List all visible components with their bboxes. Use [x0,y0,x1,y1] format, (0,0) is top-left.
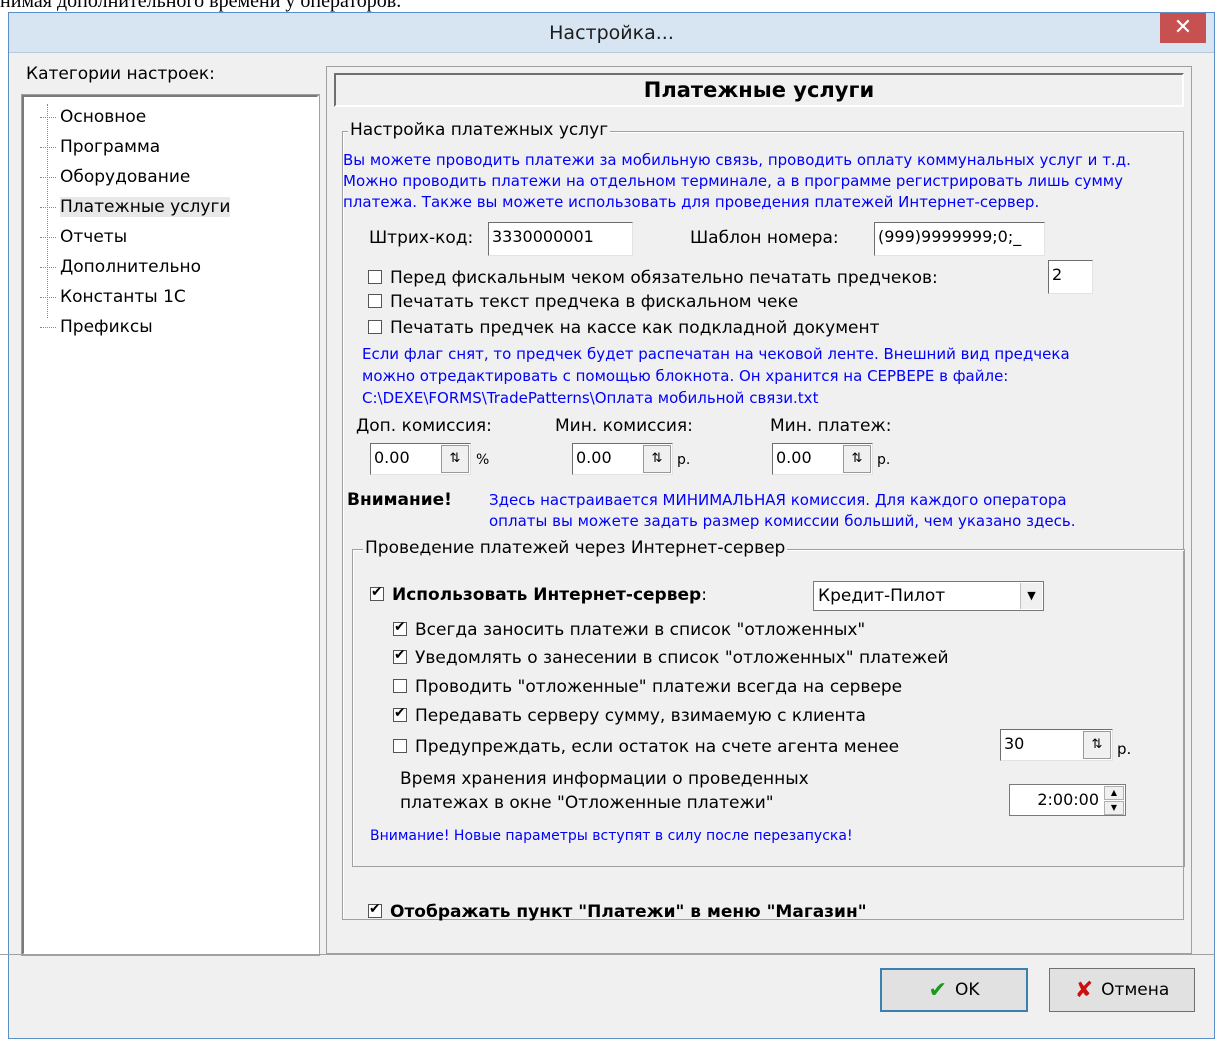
notify-deferred-checkbox[interactable] [393,647,407,664]
extra-fee-value: 0.00 [374,448,410,467]
category-item-basic[interactable]: Основное [40,103,146,131]
cancel-label: Отмена [1101,980,1170,1000]
attention-label: Внимание! [347,490,452,510]
use-server-colon: : [701,585,707,605]
warn-balance-row[interactable]: Предупреждать, если остаток на счете аге… [393,737,899,757]
always-deferred-label: Всегда заносить платежи в список "отложе… [415,620,866,640]
send-amount-checkbox[interactable] [393,705,407,722]
category-item-prefixes[interactable]: Префиксы [40,313,153,341]
panel-title: Платежные услуги [643,78,875,102]
warn-balance-unit: р. [1117,740,1132,758]
storage-time-input[interactable]: 2:00:00 ▲ ▼ [1009,784,1126,816]
note-line-1: Если флаг снят, то предчек будет распеча… [362,345,1070,363]
category-item-constants-1c[interactable]: Константы 1С [40,283,186,311]
spin-up-icon[interactable]: ▲ [1104,786,1124,800]
warn-balance-spinner[interactable]: 30 ⇅ [1000,729,1113,761]
print-text-label: Печатать текст предчека в фискальном чек… [390,292,799,312]
spin-arrows-icon[interactable]: ⇅ [643,445,671,473]
info-line-3: платежа. Также вы можете использовать дл… [343,193,1040,211]
payment-settings-title: Настройка платежных услуг [348,120,611,140]
storage-time-line-1: Время хранения информации о проведенных [400,769,809,789]
attention-line-2: оплаты вы можете задать размер комиссии … [489,512,1076,530]
spin-down-icon[interactable]: ▼ [1104,801,1124,815]
ok-label: OK [954,980,980,1000]
deferred-on-server-checkbox[interactable] [393,679,407,693]
note-line-2: можно отредактировать с помощью блокнота… [362,367,1009,385]
pre-receipt-label: Перед фискальным чеком обязательно печат… [390,268,938,288]
deferred-on-server-row[interactable]: Проводить "отложенные" платежи всегда на… [393,677,902,697]
min-payment-spinner[interactable]: 0.00 ⇅ [772,443,873,475]
notify-deferred-row[interactable]: Уведомлять о занесении в список "отложен… [393,647,949,668]
use-server-row[interactable]: Использовать Интернет-сервер: [370,584,707,605]
x-icon: ✘ [1074,977,1094,1003]
print-doc-checkbox[interactable] [368,320,382,334]
window-title: Настройка... [549,22,674,44]
storage-time-line-2: платежах в окне "Отложенные платежи" [400,793,774,813]
internet-server-title: Проведение платежей через Интернет-серве… [363,538,788,558]
min-fee-unit: р. [677,452,691,468]
warn-balance-checkbox[interactable] [393,739,407,753]
server-select[interactable]: Кредит-Пилот ▼ [813,581,1044,611]
min-fee-label: Мин. комиссия: [555,416,693,436]
category-item-equipment[interactable]: Оборудование [40,163,190,191]
min-fee-spinner[interactable]: 0.00 ⇅ [572,443,673,475]
attention-line-1: Здесь настраивается МИНИМАЛЬНАЯ комиссия… [489,491,1067,509]
min-fee-value: 0.00 [576,448,612,467]
barcode-label: Штрих-код: [369,228,474,248]
category-item-payment-services[interactable]: Платежные услуги [40,193,231,221]
footer-divider [0,954,1215,955]
storage-time-value: 2:00:00 [1037,790,1099,809]
close-icon: ✕ [1173,15,1193,40]
barcode-input[interactable]: 3330000001 [488,222,633,256]
show-menu-row[interactable]: Отображать пункт "Платежи" в меню "Магаз… [368,901,867,922]
use-server-checkbox[interactable] [370,584,384,601]
use-server-label: Использовать Интернет-сервер [392,585,702,605]
extra-fee-unit: % [476,452,490,468]
category-item-reports[interactable]: Отчеты [40,223,127,251]
print-text-checkbox[interactable] [368,294,382,308]
close-button[interactable]: ✕ [1160,13,1206,43]
extra-fee-spinner[interactable]: 0.00 ⇅ [370,443,471,475]
category-item-program[interactable]: Программа [40,133,160,161]
min-payment-label: Мин. платеж: [770,416,892,436]
pre-receipt-count-input[interactable]: 2 [1048,260,1093,294]
category-item-additional[interactable]: Дополнительно [40,253,201,281]
cb-pre-receipt-row[interactable]: Перед фискальным чеком обязательно печат… [368,268,938,288]
warn-balance-label: Предупреждать, если остаток на счете аге… [415,737,900,757]
spin-arrows-icon[interactable]: ⇅ [843,445,871,473]
categories-label: Категории настроек: [26,64,215,84]
always-deferred-row[interactable]: Всегда заносить платежи в список "отложе… [393,619,866,640]
chevron-down-icon[interactable]: ▼ [1020,583,1042,609]
note-line-3: C:\DEXE\FORMS\TradePatterns\Оплата мобил… [362,389,819,407]
always-deferred-checkbox[interactable] [393,619,407,636]
deferred-on-server-label: Проводить "отложенные" платежи всегда на… [415,677,903,697]
warn-balance-value: 30 [1004,734,1025,753]
restart-note: Внимание! Новые параметры вступят в силу… [370,828,853,844]
cb-print-doc-row[interactable]: Печатать предчек на кассе как подкладной… [368,318,880,338]
ok-button[interactable]: ✔ OK [880,968,1028,1012]
pre-receipt-checkbox[interactable] [368,270,382,284]
info-line-1: Вы можете проводить платежи за мобильную… [343,151,1131,169]
show-menu-checkbox[interactable] [368,901,382,918]
min-payment-value: 0.00 [776,448,812,467]
template-label: Шаблон номера: [690,228,839,248]
notify-deferred-label: Уведомлять о занесении в список "отложен… [415,648,949,668]
show-menu-label: Отображать пункт "Платежи" в меню "Магаз… [390,902,867,922]
extra-fee-label: Доп. комиссия: [356,416,492,436]
send-amount-label: Передавать серверу сумму, взимаемую с кл… [415,706,866,726]
panel-header: Платежные услуги [334,73,1184,107]
number-template-input[interactable]: (999)9999999;0;_ [874,222,1045,256]
min-payment-unit: р. [877,452,891,468]
spin-arrows-icon[interactable]: ⇅ [441,445,469,473]
title-bar[interactable]: Настройка... ✕ [9,13,1214,53]
check-icon: ✔ [928,977,947,1003]
cb-print-text-row[interactable]: Печатать текст предчека в фискальном чек… [368,292,798,312]
print-doc-label: Печатать предчек на кассе как подкладной… [390,318,880,338]
cancel-button[interactable]: ✘ Отмена [1049,968,1195,1012]
info-line-2: Можно проводить платежи на отдельном тер… [343,172,1123,190]
server-select-value: Кредит-Пилот [818,586,946,606]
send-amount-row[interactable]: Передавать серверу сумму, взимаемую с кл… [393,705,866,726]
spin-arrows-icon[interactable]: ⇅ [1083,731,1111,759]
